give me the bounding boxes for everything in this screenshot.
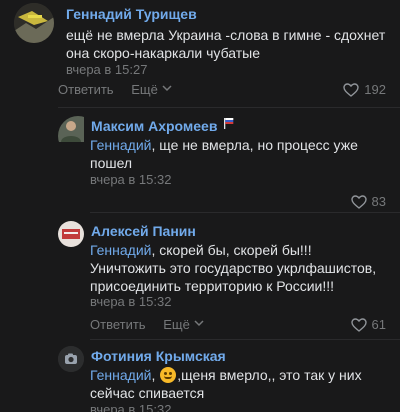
divider: [90, 339, 400, 340]
mention-link[interactable]: Геннадий: [90, 137, 152, 153]
like-button[interactable]: 83: [350, 194, 386, 209]
comment-time[interactable]: вчера в 15:32: [90, 294, 171, 309]
heart-icon: [343, 82, 359, 97]
comment-text: Геннадий, ,щеня вмерло,, это так у них с…: [90, 366, 390, 402]
flag-icon: [224, 118, 234, 129]
mention-link[interactable]: Геннадий: [90, 367, 152, 383]
chevron-down-icon: [162, 85, 172, 92]
divider: [90, 212, 400, 213]
smile-emoji-icon: [160, 367, 177, 383]
more-button[interactable]: Ещё: [131, 82, 173, 97]
avatar-image: [58, 116, 84, 142]
avatar[interactable]: [58, 346, 84, 372]
reply-button[interactable]: Ответить: [58, 82, 114, 97]
like-button[interactable]: 192: [343, 82, 386, 97]
avatar-image: [58, 221, 84, 247]
comment-actions: Ответить Ещё: [90, 317, 205, 332]
chevron-down-icon: [194, 320, 204, 327]
comment-time[interactable]: вчера в 15:32: [90, 172, 171, 187]
avatar[interactable]: [14, 3, 54, 43]
comment-text: Геннадий, скорей бы, скорей бы!!! Уничто…: [90, 241, 390, 295]
comment-author[interactable]: Максим Ахромеев: [91, 118, 234, 134]
comment-author[interactable]: Фотиния Крымская: [91, 348, 226, 364]
like-count: 61: [371, 317, 386, 332]
comment-text: Геннадий, ще не вмерла, но процесс уже п…: [90, 136, 390, 172]
more-label: Ещё: [131, 82, 158, 97]
comment-body-prefix: ,: [151, 367, 160, 383]
comment-text: ещё не вмерла Украина -слова в гимне - с…: [66, 27, 386, 61]
more-label: Ещё: [163, 317, 190, 332]
more-button[interactable]: Ещё: [163, 317, 205, 332]
comment-actions: Ответить Ещё: [58, 82, 173, 97]
reply-button[interactable]: Ответить: [90, 317, 146, 332]
like-count: 83: [371, 194, 386, 209]
divider: [58, 107, 400, 108]
camera-icon: [58, 346, 84, 372]
heart-icon: [350, 317, 367, 332]
author-name: Максим Ахромеев: [91, 118, 218, 134]
mention-link[interactable]: Геннадий: [90, 242, 152, 258]
like-count: 192: [364, 82, 386, 97]
heart-icon: [350, 194, 367, 209]
comment-author[interactable]: Алексей Панин: [91, 223, 196, 239]
comment-author[interactable]: Геннадий Турищев: [66, 6, 197, 22]
comment-time[interactable]: вчера в 15:32: [90, 402, 171, 412]
avatar[interactable]: [58, 221, 84, 247]
avatar-image: [14, 3, 54, 43]
like-button[interactable]: 61: [350, 317, 386, 332]
comment-time[interactable]: вчера в 15:27: [66, 62, 147, 77]
